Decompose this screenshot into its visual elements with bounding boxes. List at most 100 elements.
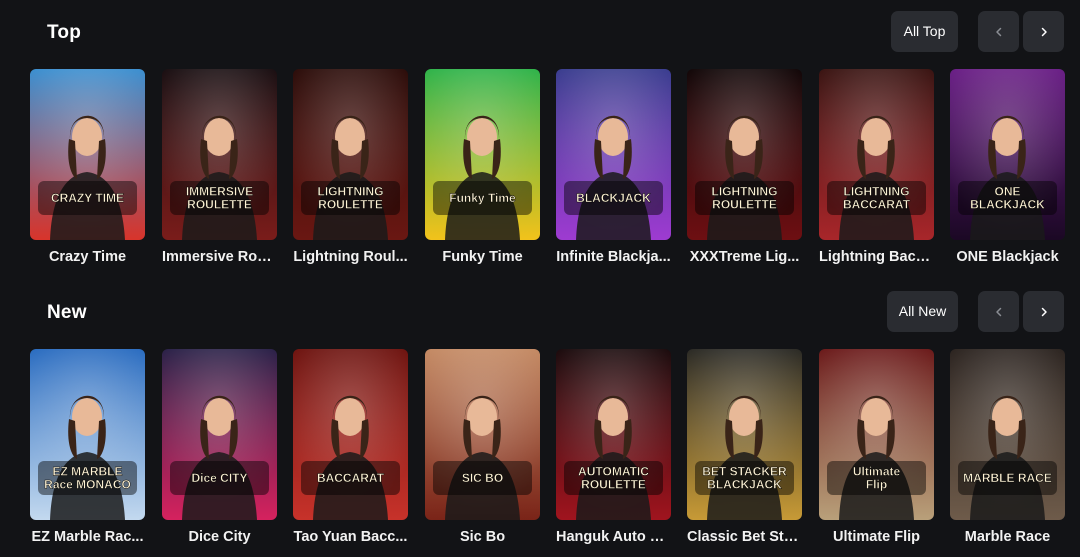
game-title[interactable]: Crazy Time [30,249,145,265]
game-card[interactable]: LIGHTNING BACCARAT Lightning Bacc... [819,69,934,265]
game-logo-text: BACCARAT [843,198,911,212]
game-card[interactable]: Ultimate Flip Ultimate Flip [819,349,934,545]
game-art: BACCARAT [293,349,408,520]
next-button[interactable] [1023,11,1064,52]
game-card[interactable]: MARBLE RACE Marble Race [950,349,1065,545]
game-logo-text: Race MONACO [44,478,131,492]
game-art: ONEBLACKJACK [950,69,1065,240]
game-thumbnail[interactable]: SIC BO [425,349,540,520]
game-thumbnail[interactable]: LIGHTNING ROULETTE [293,69,408,240]
game-logo-text: ONE [994,185,1020,199]
game-title[interactable]: Dice City [162,529,277,545]
game-title[interactable]: Hanguk Auto R... [556,529,671,545]
game-title[interactable]: Funky Time [425,249,540,265]
game-logo-text: LIGHTNING [318,185,384,199]
game-thumbnail[interactable]: AUTOMATIC ROULETTE [556,349,671,520]
game-card[interactable]: ONE BLACKJACK ONE Blackjack [950,69,1065,265]
game-thumbnail[interactable]: BLACKJACK [556,69,671,240]
game-thumbnail[interactable]: BET STACKER BLACKJACK [687,349,802,520]
game-logo-text: MARBLE RACE [963,471,1052,485]
game-card[interactable]: Dice CITY Dice City [162,349,277,545]
game-art: LIGHTNINGBACCARAT [819,69,934,240]
game-card[interactable]: AUTOMATIC ROULETTE Hanguk Auto R... [556,349,671,545]
game-logo-text: ROULETTE [187,198,252,212]
game-card[interactable]: Funky Time Funky Time [425,69,540,265]
game-logo-text: SIC BO [462,471,503,485]
section-title: New [47,302,87,323]
game-logo-text: Funky Time [449,191,516,205]
game-thumbnail[interactable]: BACCARAT [293,349,408,520]
game-thumbnail[interactable]: LIGHTNING BACCARAT [819,69,934,240]
game-art: AUTOMATICROULETTE [556,349,671,520]
prev-button[interactable] [978,11,1019,52]
game-logo-text: BET STACKER [702,465,787,479]
game-art: LIGHTNINGROULETTE [687,69,802,240]
game-card[interactable]: CRAZY TIME Crazy Time [30,69,145,265]
chevron-left-icon [995,307,1001,316]
game-logo-text: Dice CITY [191,471,247,485]
game-logo-text: ROULETTE [712,198,777,212]
game-art: EZ MARBLERace MONACO [30,349,145,520]
game-thumbnail[interactable]: Dice CITY [162,349,277,520]
prev-button[interactable] [978,291,1019,332]
games-row: CRAZY TIME Crazy Time IMMERSIVE ROULETTE Imm… [0,69,1080,269]
game-logo-text: BACCARAT [317,471,385,485]
game-logo-text: EZ MARBLE [53,465,123,479]
game-logo-text: BLACKJACK [707,478,782,492]
game-art: MARBLE RACE [950,349,1065,520]
game-thumbnail[interactable]: MARBLE RACE [950,349,1065,520]
game-logo-text: IMMERSIVE [186,185,253,199]
game-card[interactable]: BACCARAT Tao Yuan Bacc... [293,349,408,545]
game-card[interactable]: BET STACKER BLACKJACK Classic Bet Sta... [687,349,802,545]
game-thumbnail[interactable]: Ultimate Flip [819,349,934,520]
game-logo-text: ROULETTE [318,198,383,212]
game-title[interactable]: Lightning Roul... [293,249,408,265]
game-card[interactable]: LIGHTNING ROULETTE Lightning Roul... [293,69,408,265]
game-logo-text: BLACKJACK [970,198,1045,212]
game-logo-text: LIGHTNING [844,185,910,199]
game-art: BLACKJACK [556,69,671,240]
game-title[interactable]: Marble Race [950,529,1065,545]
game-title[interactable]: ONE Blackjack [950,249,1065,265]
game-logo-text: CRAZY TIME [51,191,124,205]
next-button[interactable] [1023,291,1064,332]
game-card[interactable]: EZ MARBLE Race MONACO EZ Marble Rac... [30,349,145,545]
game-logo-text: ROULETTE [581,478,646,492]
game-title[interactable]: Immersive Rou... [162,249,277,265]
game-art: Funky Time [425,69,540,240]
game-thumbnail[interactable]: LIGHTNING ROULETTE [687,69,802,240]
game-art: LIGHTNINGROULETTE [293,69,408,240]
game-logo-text: BLACKJACK [576,191,651,205]
game-thumbnail[interactable]: IMMERSIVE ROULETTE [162,69,277,240]
all-new-button[interactable]: All New [887,291,958,332]
game-card[interactable]: LIGHTNING ROULETTE XXXTreme Lig... [687,69,802,265]
game-title[interactable]: Tao Yuan Bacc... [293,529,408,545]
game-logo-text: LIGHTNING [712,185,778,199]
game-title[interactable]: Ultimate Flip [819,529,934,545]
game-logo-text: Flip [866,478,887,492]
game-art: IMMERSIVEROULETTE [162,69,277,240]
game-title[interactable]: Infinite Blackja... [556,249,671,265]
game-thumbnail[interactable]: Funky Time [425,69,540,240]
game-card[interactable]: SIC BO Sic Bo [425,349,540,545]
game-card[interactable]: BLACKJACK Infinite Blackja... [556,69,671,265]
chevron-left-icon [995,27,1001,36]
game-thumbnail[interactable]: CRAZY TIME [30,69,145,240]
game-art: CRAZY TIME [30,69,145,240]
game-title[interactable]: EZ Marble Rac... [30,529,145,545]
game-thumbnail[interactable]: ONE BLACKJACK [950,69,1065,240]
game-title[interactable]: Classic Bet Sta... [687,529,802,545]
game-art: UltimateFlip [819,349,934,520]
game-thumbnail[interactable]: EZ MARBLE Race MONACO [30,349,145,520]
game-art: Dice CITY [162,349,277,520]
game-art: BET STACKERBLACKJACK [687,349,802,520]
game-title[interactable]: Sic Bo [425,529,540,545]
chevron-right-icon [1041,307,1047,316]
all-top-button[interactable]: All Top [891,11,958,52]
game-title[interactable]: Lightning Bacc... [819,249,934,265]
games-row: EZ MARBLE Race MONACO EZ Marble Rac... Dice… [0,349,1080,549]
section-title: Top [47,22,82,43]
game-title[interactable]: XXXTreme Lig... [687,249,802,265]
game-card[interactable]: IMMERSIVE ROULETTE Immersive Rou... [162,69,277,265]
game-logo-text: Ultimate [853,465,901,479]
